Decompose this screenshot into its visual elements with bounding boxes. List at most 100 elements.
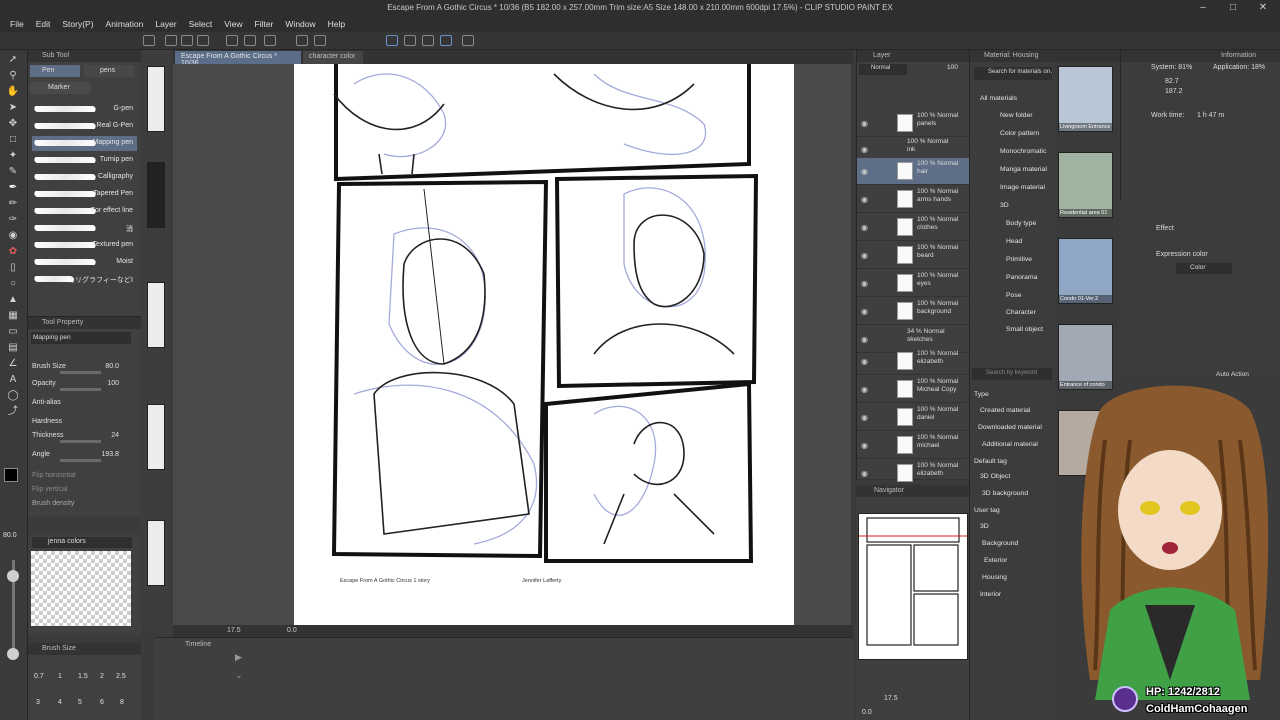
prop-hardness[interactable]: Hardness <box>32 418 137 430</box>
layer-row[interactable]: ◉ 100 % Normal beard <box>857 242 970 269</box>
menu-edit[interactable]: Edit <box>30 17 57 32</box>
size-option[interactable]: 6 <box>100 699 104 706</box>
size-option[interactable]: 2.5 <box>116 673 126 680</box>
page-thumbnail[interactable] <box>147 66 165 132</box>
menu-select[interactable]: Select <box>183 17 219 32</box>
hand-tool-icon[interactable]: ✋ <box>6 86 20 98</box>
page-thumbnail[interactable] <box>147 520 165 586</box>
navigator-rotation[interactable]: 0.0 <box>862 709 872 716</box>
prop-flip-vertical[interactable]: Flip vertical <box>32 486 137 498</box>
tree-item[interactable]: 3D <box>1000 202 1009 209</box>
save-icon[interactable] <box>181 35 193 46</box>
snap-grid-icon[interactable] <box>422 35 434 46</box>
tree-item[interactable]: Manga material <box>1000 166 1047 173</box>
balloon-icon[interactable]: ◯ <box>6 390 20 402</box>
gradient-icon[interactable]: ▦ <box>6 310 20 322</box>
prop-brush-size[interactable]: Brush Size 80.0 <box>32 363 137 375</box>
eyedropper-icon[interactable]: ✎ <box>6 166 20 178</box>
tree-item[interactable]: Panorama <box>1006 274 1037 281</box>
zoom-readout[interactable]: 17.5 <box>227 627 241 634</box>
text-tool-icon[interactable]: A <box>6 374 20 386</box>
tree-item[interactable]: Small object <box>1006 326 1043 333</box>
navigator-preview[interactable] <box>858 513 968 660</box>
size-option[interactable]: 2 <box>100 673 104 680</box>
tree-item[interactable]: Color pattern <box>1000 130 1039 137</box>
brush-item[interactable]: Textured pen <box>32 238 137 253</box>
comic-page[interactable]: Escape From A Gothic Circus 1 story Jenn… <box>294 64 794 626</box>
size-option[interactable]: 8 <box>120 699 124 706</box>
close-window-button[interactable]: ✕ <box>1248 2 1278 15</box>
keyword-search-input[interactable]: Search by keyword <box>972 368 1052 380</box>
settings-icon[interactable] <box>264 35 276 46</box>
layer-row[interactable]: ◉ 100 % Normal Micheal Copy <box>857 376 970 403</box>
pen-tool-icon[interactable]: ✒ <box>6 182 20 194</box>
layer-row[interactable]: ◉ 100 % Normal clothes <box>857 214 970 241</box>
export-icon[interactable] <box>197 35 209 46</box>
layer-row[interactable]: ◉ 100 % Normal panels <box>857 110 970 137</box>
size-slider-thumb[interactable] <box>7 570 19 582</box>
frame-border-icon[interactable]: ▤ <box>6 342 20 354</box>
menu-help[interactable]: Help <box>322 17 351 32</box>
play-icon[interactable]: ▶ <box>235 652 247 662</box>
opacity-slider-thumb[interactable] <box>7 648 19 660</box>
tree-item[interactable]: Pose <box>1006 292 1022 299</box>
size-option[interactable]: 5 <box>78 699 82 706</box>
brush-icon[interactable]: ✑ <box>6 214 20 226</box>
color-set-name[interactable]: jenna colors <box>32 537 132 548</box>
tag-item[interactable]: Background <box>982 540 1018 547</box>
size-option[interactable]: 3 <box>36 699 40 706</box>
brush-item[interactable]: Turnip pen <box>32 153 137 168</box>
blend-mode-select[interactable]: Normal <box>859 64 907 75</box>
zoom-tool-icon[interactable]: ⚲ <box>6 70 20 82</box>
brush-item[interactable]: Real G-Pen <box>32 119 137 134</box>
page-thumbnail[interactable] <box>147 282 165 348</box>
tree-item[interactable]: New folder <box>1000 112 1033 119</box>
material-search-input[interactable]: Search for materials on ASSETS <box>974 67 1052 80</box>
move-layer-icon[interactable]: ✥ <box>6 118 20 130</box>
brush-item[interactable]: Calligraphy <box>32 170 137 185</box>
tree-item[interactable]: Character <box>1006 309 1036 316</box>
type-item[interactable]: Downloaded material <box>978 424 1042 431</box>
tab-document[interactable]: Escape From A Gothic Circus * 10/36 <box>175 51 301 67</box>
fill-icon[interactable]: ▲ <box>6 294 20 306</box>
menu-animation[interactable]: Animation <box>100 17 150 32</box>
tab-pen[interactable]: Pen <box>30 65 80 77</box>
tag-item[interactable]: 3D Object <box>980 473 1010 480</box>
prop-anti-alias[interactable]: Anti-alias <box>32 399 137 411</box>
ruler-icon[interactable] <box>462 35 474 46</box>
prop-thickness[interactable]: Thickness 24 <box>32 432 137 444</box>
brush-item[interactable]: カリグラフィーなどⅠ <box>32 272 137 287</box>
tree-item[interactable]: Monochromatic <box>1000 148 1046 155</box>
layer-opacity[interactable]: 100 <box>947 64 958 71</box>
layer-row[interactable]: ◉ 100 % Normal elizabeth <box>857 348 970 375</box>
tree-item[interactable]: Body type <box>1006 220 1036 227</box>
menu-file[interactable]: File <box>4 17 30 32</box>
minimize-button[interactable]: – <box>1188 2 1218 15</box>
snap-ruler-icon[interactable] <box>386 35 398 46</box>
correct-line-icon[interactable]: ⤴ <box>6 406 20 418</box>
tree-item[interactable]: All materials <box>980 95 1017 102</box>
layer-row[interactable]: ◉ 100 % Normal michael <box>857 432 970 459</box>
tree-item[interactable]: Head <box>1006 238 1022 245</box>
prop-flip-horizontal[interactable]: Flip horizontal <box>32 472 137 484</box>
layer-row[interactable]: ◉ 100 % Normal daniel <box>857 404 970 431</box>
menu-story[interactable]: Story(P) <box>56 17 99 32</box>
navigator-zoom[interactable]: 17.5 <box>884 695 898 702</box>
main-color-swatch[interactable] <box>4 468 18 482</box>
prop-opacity[interactable]: Opacity 100 <box>32 380 137 392</box>
size-option[interactable]: 4 <box>58 699 62 706</box>
snap-icon[interactable] <box>440 35 452 46</box>
material-thumb[interactable]: Livingroom Entrance <box>1058 66 1113 132</box>
redo-icon[interactable] <box>244 35 256 46</box>
operation-tool-icon[interactable]: ➤ <box>6 102 20 114</box>
undo-icon[interactable] <box>226 35 238 46</box>
transform-icon[interactable] <box>296 35 308 46</box>
size-option[interactable]: 1 <box>58 673 62 680</box>
type-item[interactable]: Created material <box>980 407 1030 414</box>
material-thumb[interactable]: Residential area 01 <box>1058 152 1113 218</box>
airbrush-icon[interactable]: ◉ <box>6 230 20 242</box>
expression-color-select[interactable]: Color <box>1176 263 1232 274</box>
group-marker[interactable]: Marker <box>30 82 90 94</box>
eraser-icon[interactable]: ▯ <box>6 262 20 274</box>
size-option[interactable]: 1.5 <box>78 673 88 680</box>
